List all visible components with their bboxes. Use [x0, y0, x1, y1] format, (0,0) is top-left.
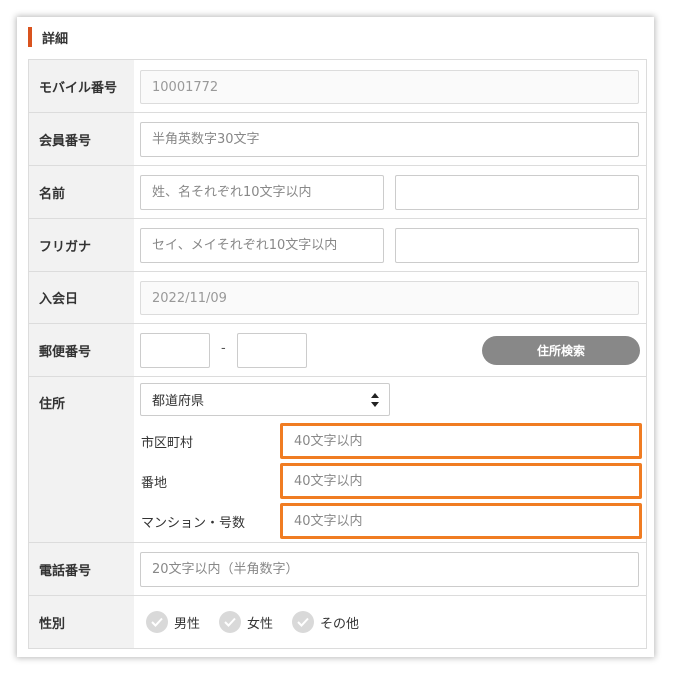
section-title: 詳細 — [42, 31, 69, 47]
label-postal-code: 郵便番号 — [29, 324, 134, 376]
gender-option-label: その他 — [320, 616, 360, 632]
last-name-kana-input[interactable] — [140, 228, 384, 263]
address-search-button[interactable]: 住所検索 — [482, 336, 640, 365]
row-furigana: フリガナ — [29, 219, 646, 272]
row-gender: 性別 男性 女性 その他 — [29, 596, 646, 648]
row-phone: 電話番号 — [29, 543, 646, 596]
select-arrows-icon — [371, 393, 379, 407]
label-phone: 電話番号 — [29, 543, 134, 595]
row-mobile-number: モバイル番号 10001772 — [29, 60, 646, 113]
building-label: マンション・号数 — [141, 516, 246, 531]
row-member-number: 会員番号 — [29, 113, 646, 166]
check-icon — [292, 611, 314, 633]
label-address: 住所 — [29, 377, 134, 542]
label-name: 名前 — [29, 166, 134, 218]
join-date-field: 2022/11/09 — [140, 281, 639, 315]
gender-option-male[interactable]: 男性 — [146, 611, 200, 633]
phone-input[interactable] — [140, 552, 639, 587]
section-header: 詳細 — [28, 27, 68, 47]
first-name-input[interactable] — [395, 175, 639, 210]
details-panel: 詳細 モバイル番号 10001772 会員番号 名前 フリガナ — [17, 17, 654, 657]
city-label: 市区町村 — [141, 436, 194, 451]
row-postal-code: 郵便番号 - 住所検索 — [29, 324, 646, 377]
mobile-number-field: 10001772 — [140, 70, 639, 104]
member-number-input[interactable] — [140, 122, 639, 157]
gender-option-label: 男性 — [174, 616, 201, 632]
label-gender: 性別 — [29, 596, 134, 648]
row-address: 住所 都道府県 市区町村 番地 マンション・号数 — [29, 377, 646, 543]
postal-code-second-input[interactable] — [237, 333, 307, 368]
street-label: 番地 — [141, 476, 168, 491]
section-accent-bar — [28, 27, 32, 47]
prefecture-select[interactable]: 都道府県 — [140, 383, 390, 416]
gender-option-female[interactable]: 女性 — [219, 611, 273, 633]
row-name: 名前 — [29, 166, 646, 219]
row-join-date: 入会日 2022/11/09 — [29, 272, 646, 324]
label-furigana: フリガナ — [29, 219, 134, 271]
building-input[interactable] — [280, 503, 642, 539]
prefecture-selected-value: 都道府県 — [152, 394, 205, 409]
street-input[interactable] — [280, 463, 642, 499]
postal-code-separator: - — [221, 341, 226, 356]
check-icon — [219, 611, 241, 633]
check-icon — [146, 611, 168, 633]
postal-code-first-input[interactable] — [140, 333, 210, 368]
gender-option-label: 女性 — [247, 616, 274, 632]
form-table: モバイル番号 10001772 会員番号 名前 フリガナ — [28, 59, 647, 649]
gender-option-other[interactable]: その他 — [292, 611, 359, 633]
first-name-kana-input[interactable] — [395, 228, 639, 263]
label-member-number: 会員番号 — [29, 113, 134, 165]
city-input[interactable] — [280, 423, 642, 459]
last-name-input[interactable] — [140, 175, 384, 210]
label-mobile-number: モバイル番号 — [29, 60, 134, 112]
label-join-date: 入会日 — [29, 272, 134, 323]
